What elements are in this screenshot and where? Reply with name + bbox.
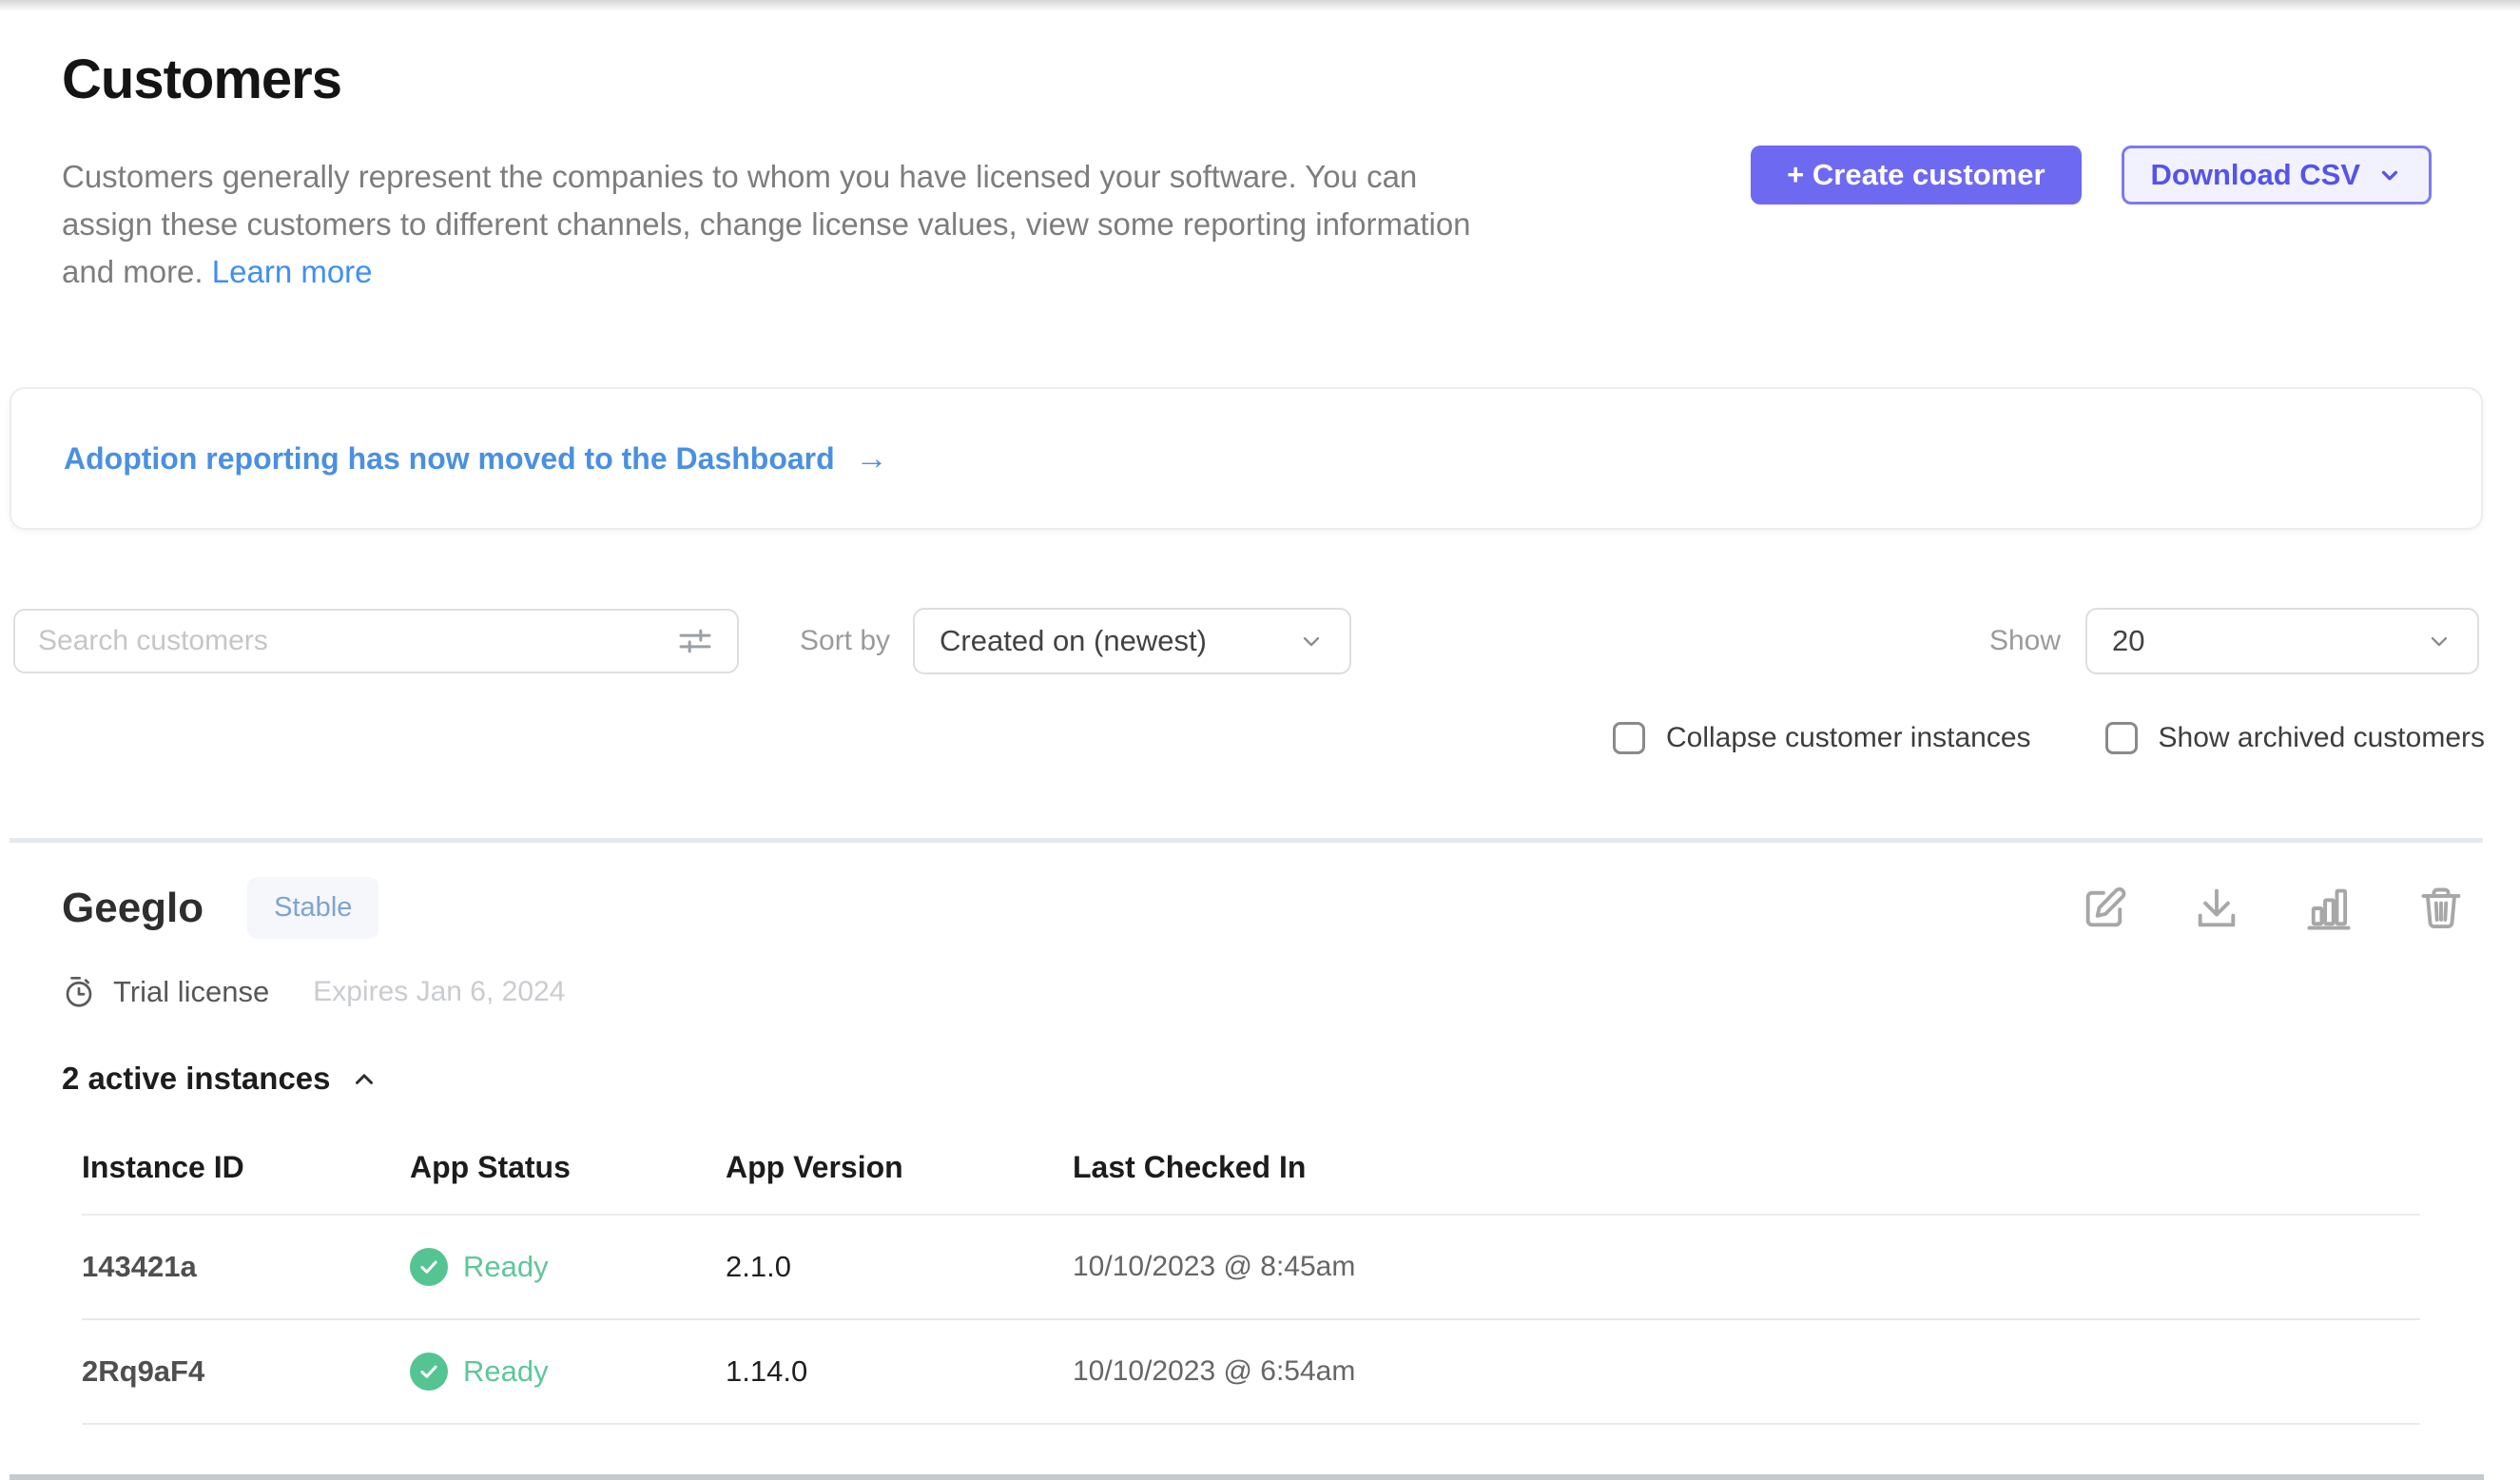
collapse-instances-checkbox[interactable] — [1613, 722, 1645, 754]
description-line: Customers generally represent the compan… — [62, 153, 1471, 201]
customer-card: Geeglo Stable — [0, 843, 2520, 1425]
clock-icon — [62, 975, 96, 1009]
trash-icon — [2416, 884, 2466, 933]
app-version: 1.14.0 — [726, 1354, 1073, 1389]
chevron-up-icon — [350, 1064, 378, 1093]
customer-reporting-button[interactable] — [2302, 882, 2355, 935]
sort-select-value: Created on (newest) — [940, 624, 1207, 658]
customer-actions — [2078, 882, 2468, 935]
app-status: Ready — [410, 1248, 726, 1286]
app-version: 2.1.0 — [726, 1250, 1073, 1284]
header-actions: + Create customer Download CSV — [1751, 146, 2432, 204]
description-line: and more. Learn more — [62, 248, 1471, 296]
bottom-divider — [10, 1474, 2484, 1480]
collapse-instances-label: Collapse customer instances — [1666, 722, 2031, 754]
show-per-page-select[interactable]: 20 — [2085, 608, 2479, 674]
banner-link-text[interactable]: Adoption reporting has now moved to the … — [64, 441, 835, 477]
arrow-right-icon: → — [856, 440, 888, 477]
customers-toolbar: Sort by Created on (newest) Show 20 — [13, 608, 2479, 674]
download-license-button[interactable] — [2190, 882, 2243, 935]
search-input[interactable] — [38, 625, 676, 657]
download-csv-button[interactable]: Download CSV — [2122, 146, 2432, 204]
show-label: Show — [1989, 625, 2061, 657]
license-expiry: Expires Jan 6, 2024 — [313, 976, 565, 1008]
license-type: Trial license — [113, 975, 269, 1009]
instance-row: 2Rq9aF4 Ready 1.14.0 10/10/2023 @ 6:54am — [82, 1320, 2420, 1425]
edit-customer-button[interactable] — [2078, 882, 2131, 935]
col-header-app-version: App Version — [726, 1150, 1073, 1185]
col-header-instance-id: Instance ID — [82, 1150, 410, 1185]
download-icon — [2192, 884, 2241, 933]
instance-id: 2Rq9aF4 — [82, 1354, 410, 1389]
chevron-down-icon — [2426, 628, 2452, 654]
app-status-text: Ready — [463, 1250, 549, 1284]
check-circle-icon — [410, 1353, 448, 1391]
view-options-row: Collapse customer instances Show archive… — [0, 722, 2485, 754]
chevron-down-icon — [2377, 163, 2402, 187]
page-title: Customers — [62, 48, 2432, 111]
download-csv-label: Download CSV — [2151, 158, 2360, 192]
app-status: Ready — [410, 1353, 726, 1391]
instances-table-header: Instance ID App Status App Version Last … — [82, 1150, 2420, 1216]
chevron-down-icon — [1298, 628, 1325, 654]
show-select-value: 20 — [2112, 624, 2144, 658]
last-checked-in: 10/10/2023 @ 6:54am — [1073, 1355, 2420, 1388]
instances-toggle[interactable]: 2 active instances — [62, 1061, 378, 1097]
delete-customer-button[interactable] — [2414, 882, 2468, 935]
license-row: Trial license Expires Jan 6, 2024 — [62, 975, 2468, 1009]
last-checked-in: 10/10/2023 @ 8:45am — [1073, 1251, 2420, 1283]
top-shadow — [0, 0, 2520, 11]
adoption-reporting-banner[interactable]: Adoption reporting has now moved to the … — [10, 387, 2483, 530]
search-box — [13, 609, 739, 673]
show-archived-option[interactable]: Show archived customers — [2105, 722, 2485, 754]
instance-id: 143421a — [82, 1250, 410, 1284]
instance-row: 143421a Ready 2.1.0 10/10/2023 @ 8:45am — [82, 1216, 2420, 1320]
show-archived-label: Show archived customers — [2159, 722, 2485, 754]
page-description: Customers generally represent the compan… — [62, 153, 1471, 296]
col-header-app-status: App Status — [410, 1150, 726, 1185]
check-circle-icon — [410, 1248, 448, 1286]
sort-by-label: Sort by — [800, 625, 890, 657]
collapse-instances-option[interactable]: Collapse customer instances — [1613, 722, 2031, 754]
create-customer-button[interactable]: + Create customer — [1751, 146, 2081, 204]
sort-select[interactable]: Created on (newest) — [913, 608, 1351, 674]
customer-name: Geeglo — [62, 885, 204, 932]
channel-badge: Stable — [247, 877, 378, 939]
bar-chart-icon — [2304, 884, 2354, 933]
col-header-last-checked-in: Last Checked In — [1073, 1150, 2420, 1185]
page-header: Customers Customers generally represent … — [0, 0, 2520, 296]
instances-toggle-label: 2 active instances — [62, 1061, 331, 1097]
filter-sliders-icon[interactable] — [676, 622, 714, 660]
edit-icon — [2080, 884, 2129, 933]
instances-table: Instance ID App Status App Version Last … — [82, 1150, 2420, 1425]
show-archived-checkbox[interactable] — [2105, 722, 2138, 754]
learn-more-link[interactable]: Learn more — [212, 254, 373, 289]
description-line: assign these customers to different chan… — [62, 201, 1471, 248]
description-tail: and more. — [62, 254, 204, 289]
app-status-text: Ready — [463, 1354, 549, 1389]
